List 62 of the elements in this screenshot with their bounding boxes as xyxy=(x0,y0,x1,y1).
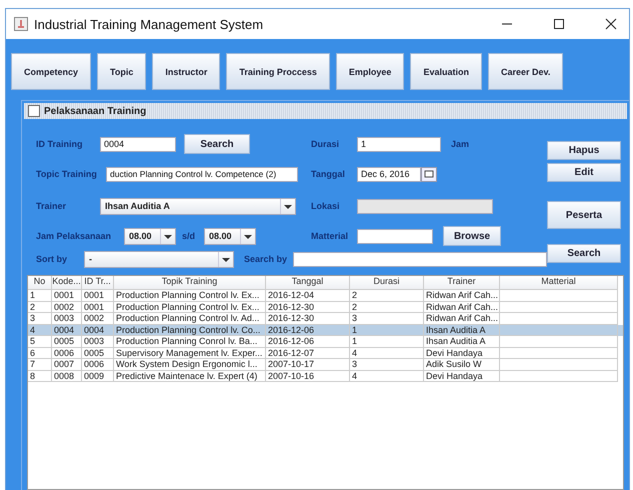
column-header[interactable]: Matterial xyxy=(500,276,618,290)
sort-dropdown[interactable]: - xyxy=(84,250,234,268)
table-cell: 8 xyxy=(28,370,52,382)
field-label: ID Training xyxy=(36,139,84,149)
separator-label: s/d xyxy=(182,231,196,241)
time-dropdown[interactable]: 08.00 xyxy=(124,228,176,244)
field-label: Sort by xyxy=(36,254,68,264)
input-field[interactable]: 0004 xyxy=(100,136,176,152)
field-label: Topic Training xyxy=(36,169,98,179)
table-cell: 2007-10-16 xyxy=(266,370,350,382)
table-cell: Devi Handaya xyxy=(424,370,500,382)
column-header[interactable]: Topik Training xyxy=(114,276,266,290)
nav-button[interactable]: Instructor xyxy=(152,53,220,90)
nav-button[interactable]: Evaluation xyxy=(410,53,482,90)
table-row[interactable]: 4 0004 0004 Production Planning Control lv. Co... 2016-12-06 1 Ihsan Auditia A xyxy=(28,324,623,336)
column-header[interactable]: Tanggal xyxy=(266,276,350,290)
calendar-icon[interactable] xyxy=(421,166,437,182)
field-label: Durasi xyxy=(311,139,340,149)
action-button[interactable]: Edit xyxy=(547,163,621,182)
app-icon xyxy=(14,17,28,31)
caret-icon xyxy=(218,252,233,266)
nav-button[interactable]: Training Proccess xyxy=(226,53,330,90)
nav-button[interactable]: Career Dev. xyxy=(488,53,564,90)
maximize-icon[interactable] xyxy=(553,18,565,30)
field-label: Jam Pelaksanaan xyxy=(36,231,112,241)
field-label: Trainer xyxy=(36,201,68,211)
column-header[interactable]: No xyxy=(28,276,52,290)
caret-icon xyxy=(280,198,295,214)
field-label: Tanggal xyxy=(311,169,346,179)
close-icon[interactable] xyxy=(605,18,617,30)
field-label: Search by xyxy=(242,254,287,264)
table-cell: 4 xyxy=(350,370,424,382)
frame-title: Pelaksanaan Training xyxy=(44,106,146,116)
table-cell: 0009 xyxy=(82,370,114,382)
time-dropdown[interactable]: 08.00 xyxy=(204,228,256,244)
column-header[interactable]: Trainer xyxy=(424,276,500,290)
nav-button[interactable]: Topic xyxy=(97,53,146,90)
action-button[interactable]: Hapus xyxy=(547,141,621,160)
unit-label: Jam xyxy=(451,139,470,149)
browse-button[interactable]: Browse xyxy=(443,226,501,246)
field-label: Lokasi xyxy=(311,201,341,211)
nav-button[interactable]: Employee xyxy=(336,53,404,90)
window-title: Industrial Training Management System xyxy=(34,16,264,32)
table-cell: 0008 xyxy=(52,370,82,382)
input-field[interactable] xyxy=(357,228,433,244)
column-header[interactable]: ID Tr... xyxy=(82,276,114,290)
input-field[interactable]: duction Planning Control lv. Competence (2) xyxy=(106,166,298,182)
trainer-dropdown[interactable]: Ihsan Auditia A xyxy=(100,198,296,214)
search-button[interactable]: Search xyxy=(184,134,250,154)
input-field[interactable]: 1 xyxy=(357,136,441,152)
caret-icon xyxy=(240,228,255,244)
caret-icon xyxy=(160,228,175,244)
action-button[interactable]: Search xyxy=(547,244,621,263)
table-cell: Predictive Maintenace lv. Expert (4) xyxy=(114,370,266,382)
column-header[interactable]: Kode... xyxy=(52,276,82,290)
frame-icon xyxy=(28,105,40,117)
search-field[interactable] xyxy=(293,252,547,266)
field-label: Matterial xyxy=(311,231,350,241)
column-header[interactable]: Durasi xyxy=(350,276,424,290)
nav-button[interactable]: Competency xyxy=(11,53,92,90)
action-button[interactable]: Peserta xyxy=(547,201,621,229)
date-field[interactable]: Dec 6, 2016 xyxy=(357,166,421,182)
